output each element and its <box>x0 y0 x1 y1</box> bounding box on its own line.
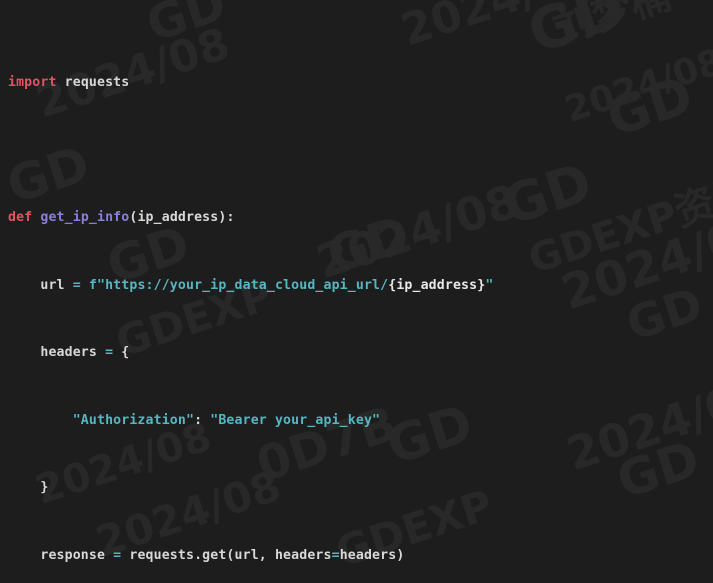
code-line: def get_ip_info(ip_address): <box>8 209 235 225</box>
code-block: import requests def get_ip_info(ip_addre… <box>0 0 713 583</box>
code-line: headers = { <box>8 345 130 361</box>
code-screenshot: GD 2024/08 刘梦楠 GD 2024/08 GD GDEXP资讯 2024/08 202… <box>0 0 713 583</box>
code-line: } <box>8 480 49 496</box>
code-line: url = f"https://your_ip_data_cloud_api_u… <box>8 277 494 293</box>
code-line: "Authorization": "Bearer your_api_key" <box>72 412 381 428</box>
code-line: response = requests.get(url, headers=hea… <box>8 548 405 564</box>
code-line: import requests <box>8 74 130 90</box>
